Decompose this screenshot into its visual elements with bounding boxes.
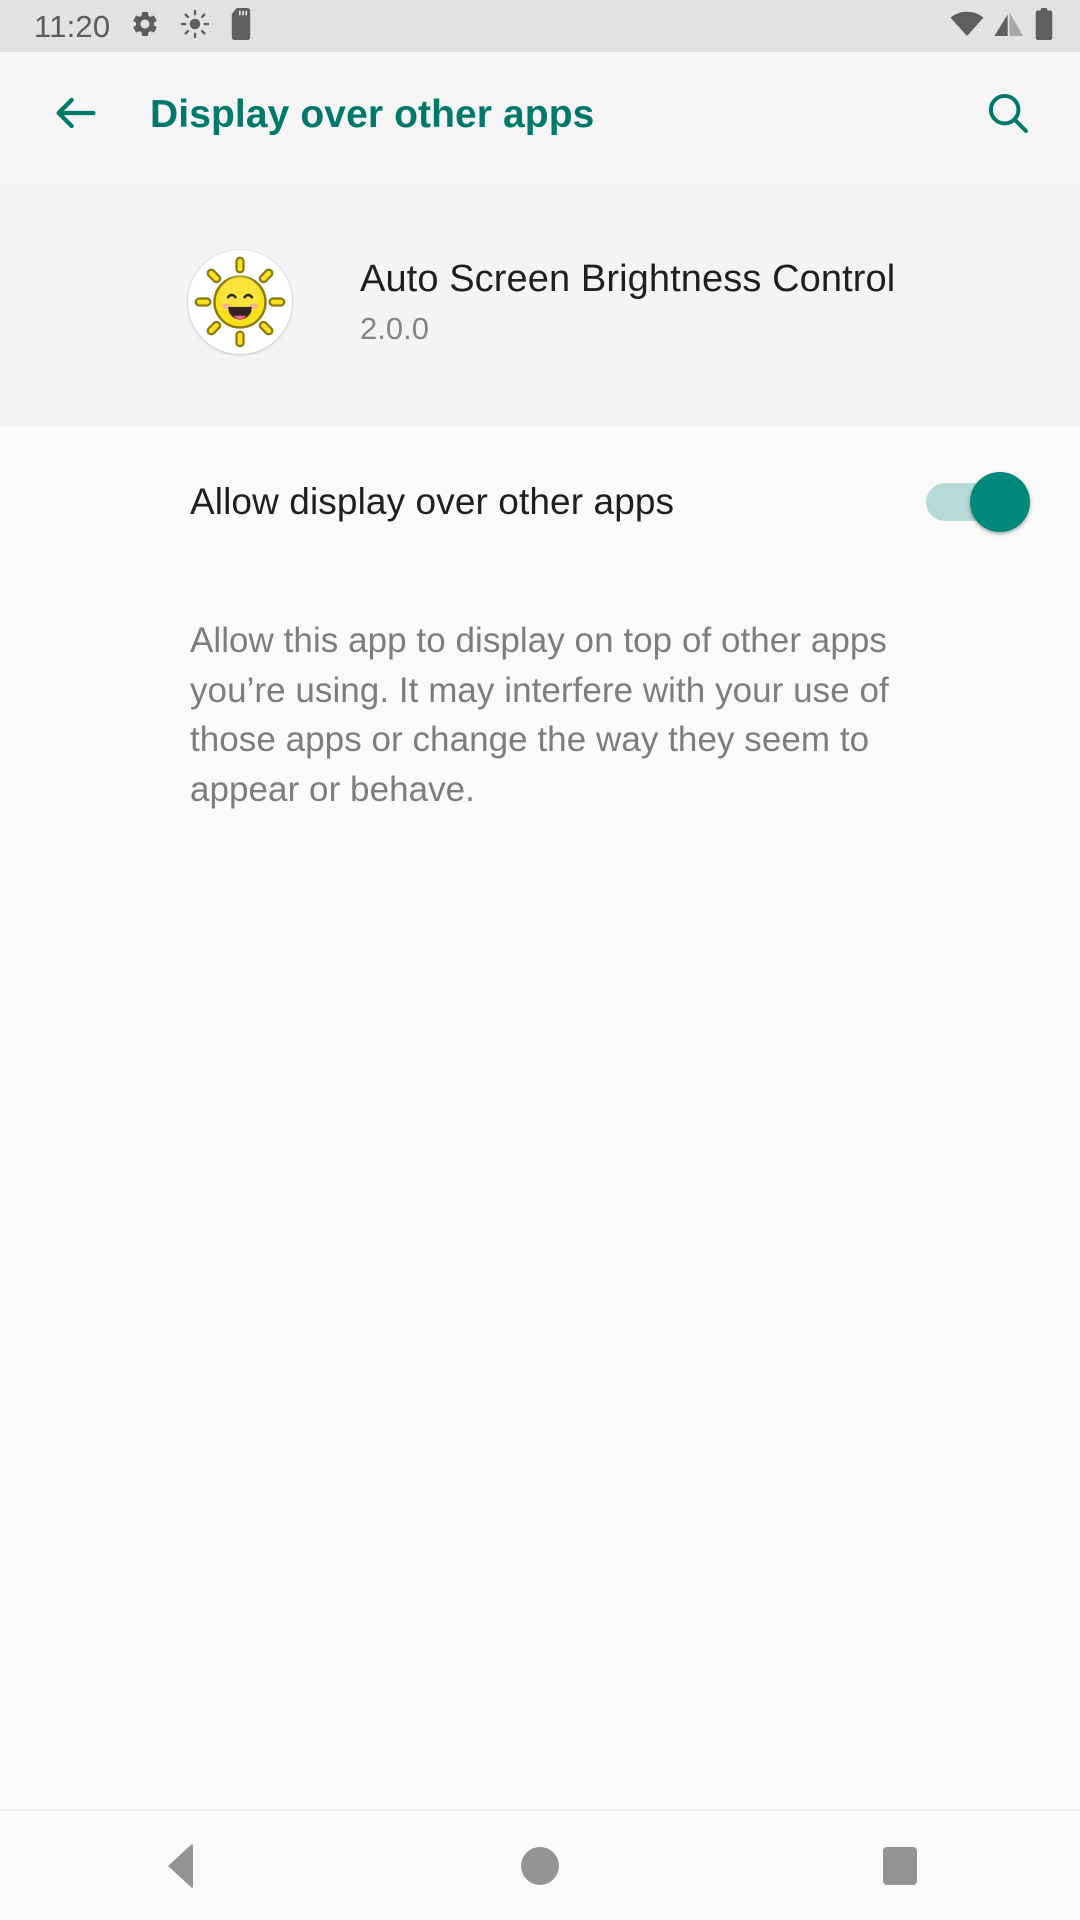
status-bar-left: 11:20 <box>34 7 256 45</box>
gear-icon <box>130 9 160 44</box>
back-button[interactable] <box>40 79 112 151</box>
app-header-section: Auto Screen Brightness Control 2.0.0 <box>0 178 1080 426</box>
allow-display-over-other-apps-row[interactable]: Allow display over other apps <box>0 426 1080 578</box>
status-bar-right <box>950 7 1054 45</box>
allow-display-toggle[interactable] <box>926 472 1030 532</box>
nav-recents-icon <box>883 1846 917 1885</box>
search-button[interactable] <box>974 81 1042 149</box>
status-bar: 11:20 <box>0 0 1080 52</box>
page-title: Display over other apps <box>150 93 595 136</box>
nav-back-button[interactable] <box>0 1811 360 1920</box>
permission-description: Allow this app to display on top of othe… <box>190 621 889 810</box>
nav-home-button[interactable] <box>360 1811 720 1920</box>
content-spacer <box>0 814 1080 1920</box>
app-version: 2.0.0 <box>360 310 429 346</box>
sd-card-icon <box>230 7 256 45</box>
toggle-thumb <box>970 472 1030 532</box>
nav-home-icon <box>521 1846 559 1885</box>
nav-recents-button[interactable] <box>720 1811 1080 1920</box>
app-meta: Auto Screen Brightness Control 2.0.0 <box>360 257 895 346</box>
search-icon <box>983 88 1033 143</box>
nav-back-icon <box>167 1842 193 1889</box>
battery-icon <box>1034 7 1054 45</box>
system-navigation-bar <box>0 1810 1080 1920</box>
wifi-icon <box>950 10 984 43</box>
cellular-signal-icon <box>993 10 1025 43</box>
app-name: Auto Screen Brightness Control <box>360 258 896 301</box>
toggle-label: Allow display over other apps <box>190 481 675 522</box>
brightness-icon <box>180 9 210 44</box>
screen-root: 11:20 Display over other apps Auto Scree… <box>0 0 1080 1920</box>
arrow-back-icon <box>50 87 102 144</box>
status-bar-clock: 11:20 <box>34 8 111 44</box>
app-bar: Display over other apps <box>0 52 1080 178</box>
sun-smiley-app-icon <box>188 249 292 354</box>
